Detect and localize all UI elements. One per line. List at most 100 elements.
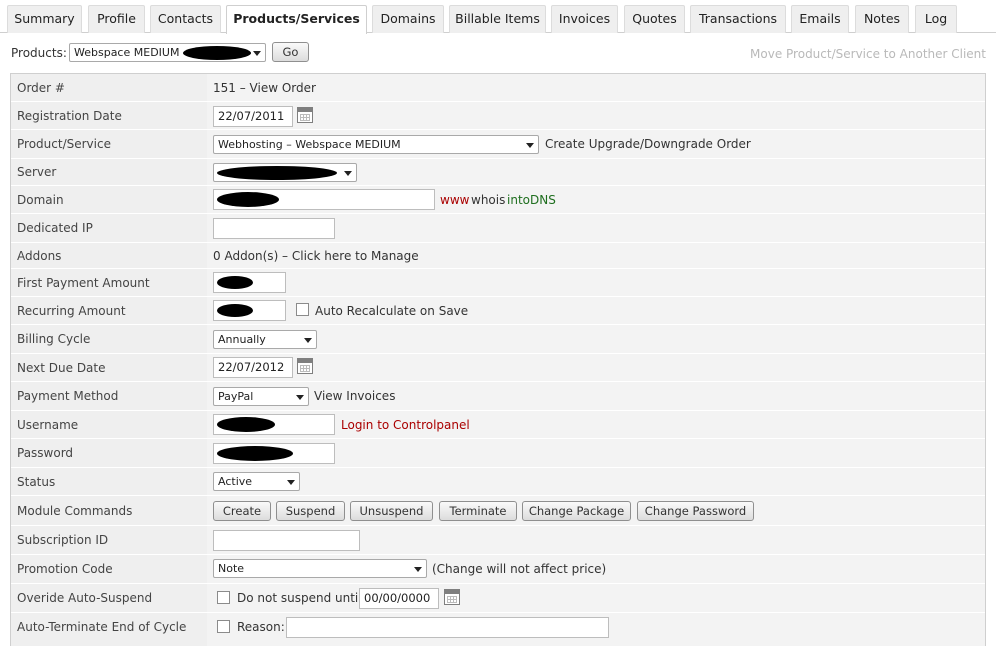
payment-method-select[interactable]: PayPal	[213, 387, 309, 406]
reason-label: Reason:	[237, 620, 285, 634]
tab-products-services[interactable]: Products/Services	[226, 5, 367, 34]
redaction-mark	[217, 446, 293, 461]
change-package-button[interactable]: Change Package	[522, 501, 631, 521]
row-promotion-code: Promotion Code Note (Change will not aff…	[11, 555, 985, 584]
chevron-down-icon	[253, 51, 261, 56]
status-label: Status	[17, 474, 56, 489]
billing-cycle-select[interactable]: Annually	[213, 330, 317, 349]
view-order-link[interactable]: 151 – View Order	[213, 81, 316, 95]
tab-summary[interactable]: Summary	[7, 5, 82, 33]
payment-method-label: Payment Method	[17, 389, 119, 403]
tab-contacts[interactable]: Contacts	[150, 5, 221, 33]
order-label: Order #	[17, 80, 65, 95]
chevron-down-icon	[414, 567, 422, 572]
auto-terminate-checkbox[interactable]	[217, 620, 230, 633]
addons-label: Addons	[17, 248, 62, 263]
tab-invoices[interactable]: Invoices	[551, 5, 618, 33]
change-password-button[interactable]: Change Password	[637, 501, 754, 521]
product-service-select[interactable]: Webhosting – Webspace MEDIUM	[213, 135, 539, 154]
next-due-date-input[interactable]: 22/07/2012	[213, 357, 293, 378]
unsuspend-button[interactable]: Unsuspend	[350, 501, 433, 521]
product-service-label: Product/Service	[17, 137, 111, 151]
view-invoices-link[interactable]: View Invoices	[314, 389, 395, 403]
products-label: Products:	[11, 46, 67, 60]
registration-date-label: Registration Date	[17, 108, 122, 123]
tab-domains[interactable]: Domains	[372, 5, 444, 33]
tab-notes[interactable]: Notes	[855, 5, 909, 33]
do-not-suspend-checkbox[interactable]	[217, 591, 230, 604]
chevron-down-icon	[287, 480, 295, 485]
create-button[interactable]: Create	[213, 501, 271, 521]
calendar-icon[interactable]	[444, 589, 460, 605]
billing-cycle-label: Billing Cycle	[17, 332, 91, 346]
tab-transactions[interactable]: Transactions	[690, 5, 786, 33]
chevron-down-icon	[344, 171, 352, 176]
row-billing-cycle: Billing Cycle Annually	[11, 325, 985, 354]
row-module-commands: Module Commands Create Suspend Unsuspend…	[11, 496, 985, 526]
suspend-until-date-input[interactable]: 00/00/0000	[359, 588, 439, 609]
next-due-date-label: Next Due Date	[17, 360, 106, 375]
module-commands-label: Module Commands	[17, 503, 133, 518]
redaction-mark	[183, 46, 251, 60]
do-not-suspend-label: Do not suspend until	[237, 591, 362, 605]
chevron-down-icon	[304, 338, 312, 343]
row-server: Server	[11, 159, 985, 186]
registration-date-input[interactable]: 22/07/2011	[213, 106, 293, 127]
redaction-mark	[217, 192, 279, 207]
create-upgrade-link[interactable]: Create Upgrade/Downgrade Order	[545, 137, 751, 151]
intodns-link[interactable]: intoDNS	[507, 193, 556, 207]
row-override-auto-suspend: Overide Auto-Suspend Do not suspend unti…	[11, 584, 985, 613]
row-recurring-amount: Recurring Amount Auto Recalculate on Sav…	[11, 297, 985, 325]
promotion-note: (Change will not affect price)	[432, 562, 607, 576]
redaction-mark	[217, 276, 253, 289]
recurring-amount-label: Recurring Amount	[17, 303, 126, 318]
username-label: Username	[17, 417, 79, 432]
row-username: Username Login to Controlpanel	[11, 411, 985, 439]
password-label: Password	[17, 446, 74, 460]
calendar-icon[interactable]	[297, 107, 313, 123]
product-details-form: Order # 151 – View Order Registration Da…	[10, 73, 986, 647]
row-product-service: Product/Service Webhosting – Webspace ME…	[11, 130, 985, 159]
redaction-mark	[217, 304, 253, 317]
override-auto-suspend-label: Overide Auto-Suspend	[17, 591, 153, 605]
redaction-mark	[217, 166, 337, 180]
row-dedicated-ip: Dedicated IP	[11, 214, 985, 243]
row-next-due-date: Next Due Date 22/07/2012	[11, 354, 985, 382]
manage-addons-link[interactable]: 0 Addon(s) – Click here to Manage	[213, 249, 419, 263]
row-addons: Addons 0 Addon(s) – Click here to Manage	[11, 243, 985, 269]
promotion-code-label: Promotion Code	[17, 562, 113, 576]
whois-link[interactable]: whois	[471, 193, 505, 207]
auto-recalculate-checkbox[interactable]	[296, 303, 309, 316]
first-payment-label: First Payment Amount	[17, 275, 150, 290]
row-payment-method: Payment Method PayPal View Invoices	[11, 382, 985, 411]
tab-profile[interactable]: Profile	[88, 5, 145, 33]
domain-label: Domain	[17, 192, 64, 207]
login-controlpanel-link[interactable]: Login to Controlpanel	[341, 418, 470, 432]
subscription-id-input[interactable]	[213, 530, 360, 551]
tab-billable-items[interactable]: Billable Items	[449, 5, 546, 33]
row-auto-terminate: Auto-Terminate End of Cycle Reason:	[11, 613, 985, 647]
chevron-down-icon	[296, 395, 304, 400]
www-link[interactable]: www	[440, 193, 469, 207]
dedicated-ip-input[interactable]	[213, 218, 335, 239]
reason-input[interactable]	[286, 617, 609, 638]
row-password: Password	[11, 439, 985, 468]
row-registration-date: Registration Date 22/07/2011	[11, 102, 985, 130]
move-product-link[interactable]: Move Product/Service to Another Client	[750, 47, 986, 61]
row-domain: Domain www whois intoDNS	[11, 186, 985, 214]
suspend-button[interactable]: Suspend	[276, 501, 345, 521]
server-label: Server	[17, 165, 57, 179]
calendar-icon[interactable]	[297, 358, 313, 374]
terminate-button[interactable]: Terminate	[439, 501, 517, 521]
tab-quotes[interactable]: Quotes	[624, 5, 685, 33]
row-subscription-id: Subscription ID	[11, 526, 985, 555]
tab-emails[interactable]: Emails	[791, 5, 849, 33]
client-tabs: Summary Profile Contacts Products/Servic…	[0, 0, 996, 34]
auto-terminate-label: Auto-Terminate End of Cycle	[17, 620, 187, 634]
redaction-mark	[217, 417, 275, 432]
go-button[interactable]: Go	[272, 42, 309, 62]
status-select[interactable]: Active	[213, 472, 300, 491]
subscription-id-label: Subscription ID	[17, 533, 109, 547]
tab-log[interactable]: Log	[915, 5, 957, 33]
promotion-code-select[interactable]: Note	[213, 559, 427, 578]
